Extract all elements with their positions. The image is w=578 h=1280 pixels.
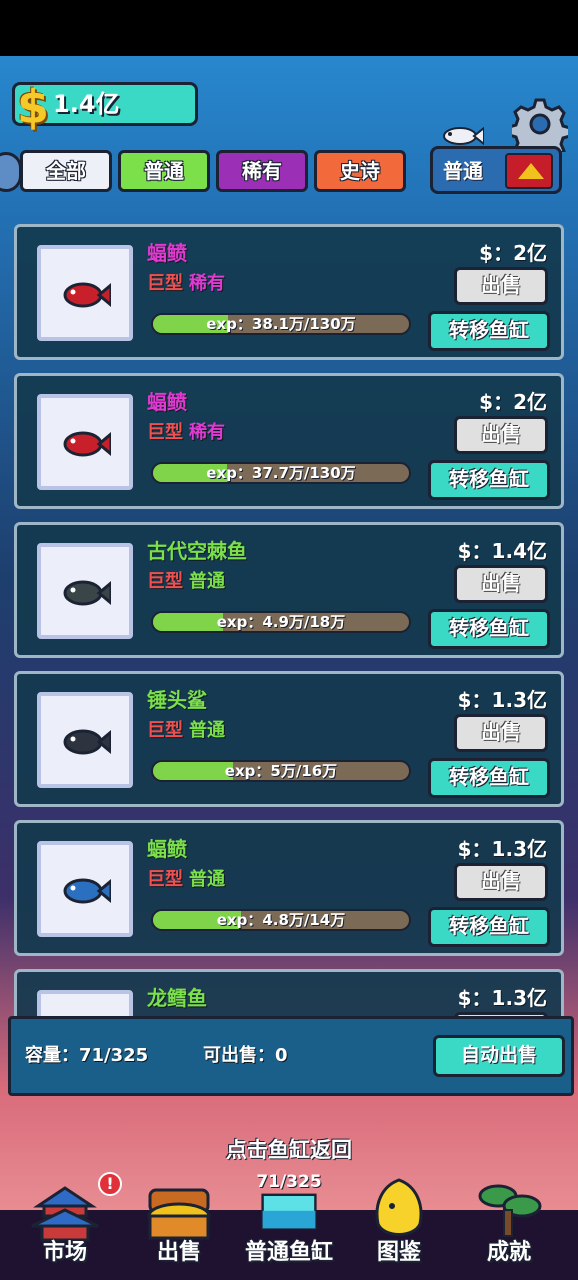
nav-collection[interactable]: 图鉴 xyxy=(344,1170,454,1280)
fish-size: 巨型 xyxy=(147,422,183,443)
fish-list[interactable]: 蝠鲼 巨型 稀有 exp：38.1万/130万 $：2亿 出售 转移鱼缸 蝠鲼 巨型 稀有 exp：… xyxy=(14,224,564,1024)
fish-rarity: 稀有 xyxy=(189,422,225,443)
fish-size-rarity: 巨型 稀有 xyxy=(147,269,225,295)
nav-achievements-label: 成就 xyxy=(486,1240,531,1265)
fish-icon xyxy=(443,126,484,146)
sell-button[interactable]: 出售 xyxy=(454,267,548,305)
side-panel-toggle[interactable] xyxy=(0,152,22,192)
fish-name: 龙鳕鱼 xyxy=(147,986,207,1010)
nav-market-label: 市场 xyxy=(42,1240,87,1265)
fish-name: 蝠鲼 xyxy=(147,837,187,861)
fish-price: $：1.3亿 xyxy=(457,986,547,1010)
move-tank-button[interactable]: 转移鱼缸 xyxy=(428,758,550,798)
dollar-icon: $ xyxy=(16,80,49,134)
nav-market[interactable]: ! 市场 xyxy=(10,1170,122,1280)
fish-size: 巨型 xyxy=(147,720,183,741)
fish-thumbnail xyxy=(37,692,133,788)
fish-icon xyxy=(63,878,111,904)
nav-sell[interactable]: 出售 xyxy=(124,1170,234,1280)
fish-size-rarity: 巨型 普通 xyxy=(147,865,225,891)
fish-card[interactable]: 锤头鲨巨型 普通 exp：5万/16万 $：1.3亿 出售转移鱼缸 xyxy=(14,671,564,807)
fish-icon xyxy=(63,580,111,606)
fish-size: 巨型 xyxy=(147,273,183,294)
fish-thumbnail xyxy=(37,245,133,341)
exp-bar: exp：4.9万/18万 xyxy=(151,611,411,633)
fish-rarity: 普通 xyxy=(189,720,225,741)
fish-name: 蝠鲼 xyxy=(147,241,187,265)
fish-rarity: 普通 xyxy=(189,571,225,592)
fish-price: $：1.3亿 xyxy=(457,688,547,712)
move-tank-button[interactable]: 转移鱼缸 xyxy=(428,311,550,351)
exp-text: exp：37.7万/130万 xyxy=(206,464,356,482)
fish-price: $：1.4亿 xyxy=(457,539,547,563)
exp-bar: exp：38.1万/130万 xyxy=(151,313,411,335)
capacity-label: 容量：71/325 xyxy=(25,1045,149,1066)
fish-icon xyxy=(63,282,111,308)
fish-thumbnail xyxy=(37,543,133,639)
fish-icon xyxy=(63,431,111,457)
fish-name: 锤头鲨 xyxy=(147,688,207,712)
fish-size-rarity: 巨型 稀有 xyxy=(147,418,225,444)
exp-bar: exp：5万/16万 xyxy=(151,760,411,782)
notification-badge: ! xyxy=(98,1172,122,1196)
sellable-label: 可出售：0 xyxy=(203,1045,288,1066)
fish-card[interactable]: 蝠鲼巨型 稀有 exp：38.1万/130万 $：2亿 出售转移鱼缸 xyxy=(14,224,564,360)
bottom-nav: ! 市场 出售 71/325 普通鱼缸 图鉴 成就 xyxy=(0,1170,578,1280)
move-tank-button[interactable]: 转移鱼缸 xyxy=(428,609,550,649)
tab-rare[interactable]: 稀有 xyxy=(216,150,308,192)
nav-sell-label: 出售 xyxy=(156,1240,201,1265)
tab-epic[interactable]: 史诗 xyxy=(314,150,406,192)
nav-common-tank[interactable]: 71/325 普通鱼缸 xyxy=(234,1170,344,1280)
money-value: 1.4亿 xyxy=(53,90,120,118)
sell-button[interactable]: 出售 xyxy=(454,416,548,454)
footer-panel: 容量：71/325 可出售：0 自动出售 xyxy=(8,1016,574,1096)
fish-size: 巨型 xyxy=(147,869,183,890)
exp-text: exp：38.1万/130万 xyxy=(206,315,356,333)
fish-price: $：1.3亿 xyxy=(457,837,547,861)
sell-button[interactable]: 出售 xyxy=(454,863,548,901)
nav-achievements[interactable]: 成就 xyxy=(454,1170,564,1280)
fish-price: $：2亿 xyxy=(479,241,547,265)
return-hint[interactable]: 点击鱼缸返回 xyxy=(0,1134,578,1164)
status-bar xyxy=(0,0,578,56)
fish-rarity: 稀有 xyxy=(189,273,225,294)
auto-sell-button[interactable]: 自动出售 xyxy=(433,1035,565,1077)
tab-common[interactable]: 普通 xyxy=(118,150,210,192)
fish-card[interactable]: 蝠鲼巨型 普通 exp：4.8万/14万 $：1.3亿 出售转移鱼缸 xyxy=(14,820,564,956)
fish-size-rarity: 巨型 普通 xyxy=(147,716,225,742)
tank-selector-label: 普通 xyxy=(443,159,483,183)
sell-button[interactable]: 出售 xyxy=(454,714,548,752)
fish-name: 蝠鲼 xyxy=(147,390,187,414)
tab-all[interactable]: 全部 xyxy=(20,150,112,192)
exp-text: exp：4.9万/18万 xyxy=(216,613,346,631)
fish-thumbnail xyxy=(37,841,133,937)
tank-count: 71/325 xyxy=(256,1172,322,1192)
sell-button[interactable]: 出售 xyxy=(454,565,548,603)
move-tank-button[interactable]: 转移鱼缸 xyxy=(428,460,550,500)
exp-bar: exp：4.8万/14万 xyxy=(151,909,411,931)
nav-collection-label: 图鉴 xyxy=(376,1240,421,1265)
exp-bar: exp：37.7万/130万 xyxy=(151,462,411,484)
fish-name: 古代空棘鱼 xyxy=(147,539,247,563)
chevron-up-icon[interactable] xyxy=(505,153,553,189)
tank-selector[interactable]: 普通 xyxy=(430,146,562,194)
fish-rarity: 普通 xyxy=(189,869,225,890)
exp-text: exp：4.8万/14万 xyxy=(216,911,346,929)
money-display: $ 1.4亿 xyxy=(12,80,198,134)
fish-price: $：2亿 xyxy=(479,390,547,414)
fish-card[interactable]: 古代空棘鱼巨型 普通 exp：4.9万/18万 $：1.4亿 出售转移鱼缸 xyxy=(14,522,564,658)
settings-gear-icon[interactable] xyxy=(507,96,572,164)
fish-size-rarity: 巨型 普通 xyxy=(147,567,225,593)
fish-size: 巨型 xyxy=(147,571,183,592)
fish-icon xyxy=(63,729,111,755)
fish-thumbnail xyxy=(37,394,133,490)
fish-card[interactable]: 蝠鲼巨型 稀有 exp：37.7万/130万 $：2亿 出售转移鱼缸 xyxy=(14,373,564,509)
nav-common-tank-label: 普通鱼缸 xyxy=(244,1240,333,1265)
exp-text: exp：5万/16万 xyxy=(224,762,338,780)
move-tank-button[interactable]: 转移鱼缸 xyxy=(428,907,550,947)
